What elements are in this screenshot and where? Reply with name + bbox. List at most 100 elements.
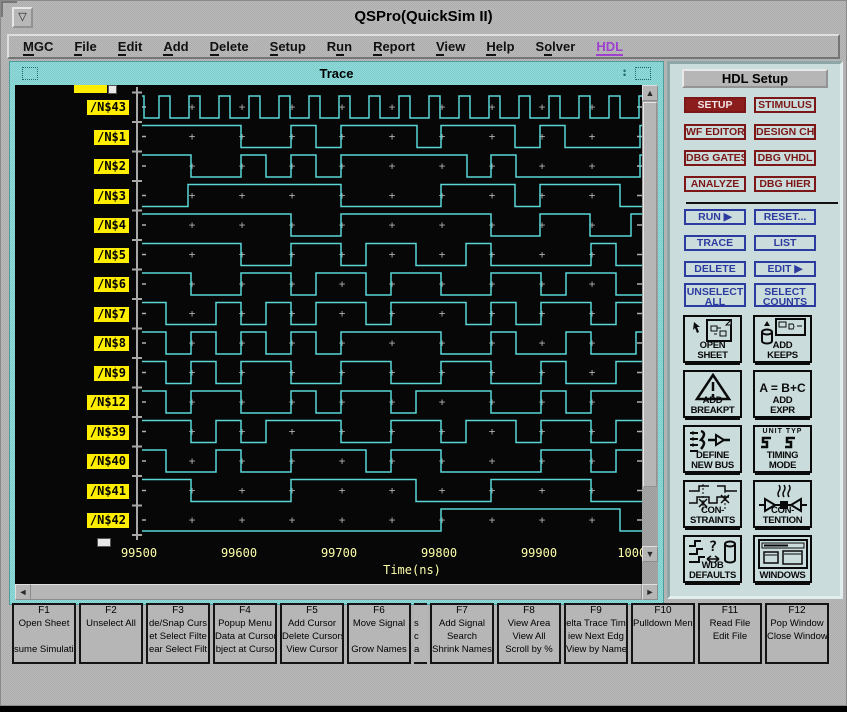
signal-label[interactable]: /N$9 [94, 365, 129, 381]
signal-label[interactable]: /N$8 [94, 336, 129, 351]
svg-text:+: + [439, 396, 446, 409]
fkey-f7-button[interactable]: F7 Add Signal Search Shrink Names [430, 603, 494, 664]
svg-text:+: + [539, 455, 546, 468]
dbg-gates-button[interactable]: DBG GATES [684, 150, 746, 166]
fkey-f8-button[interactable]: F8 View Area View All Scroll by % [497, 603, 561, 664]
fkey-action: bject at Curso [215, 644, 275, 655]
menu-item-add[interactable]: Add [163, 39, 189, 56]
run-button[interactable]: RUN ▶ [684, 209, 746, 225]
wf-editor-button[interactable]: WF EDITOR [684, 124, 746, 140]
con--tention-button[interactable]: CON- TENTION [753, 480, 812, 528]
menu-item-delete[interactable]: Delete [209, 39, 249, 56]
scroll-left-icon[interactable]: ◄ [15, 584, 31, 600]
trace-maximize-icon[interactable] [635, 67, 651, 80]
fkey-action [633, 630, 693, 643]
svg-text:+: + [589, 160, 596, 173]
signal-label[interactable]: /N$41 [86, 483, 129, 499]
menu-item-run[interactable]: Run [327, 39, 352, 56]
vertical-scrollbar-thumb[interactable] [643, 102, 657, 487]
define-newbus-button[interactable]: DEFINE NEW BUS [683, 425, 742, 473]
svg-text:+: + [289, 337, 296, 350]
fkey-action: View All [512, 631, 546, 642]
svg-text:+: + [489, 396, 496, 409]
menu-item-setup[interactable]: Setup [269, 39, 306, 56]
fkey-label: F4 [239, 605, 251, 616]
signal-label[interactable]: /N$3 [94, 188, 129, 204]
trace-plot-area[interactable]: /N$43/N$1/N$2/N$3/N$4/N$5/N$6/N$7/N$8/N$… [15, 85, 642, 586]
reset-button[interactable]: RESET... [754, 209, 816, 225]
svg-text:+: + [439, 484, 446, 497]
edit-button[interactable]: EDIT ▶ [754, 261, 816, 277]
add-keeps-button[interactable]: ADD KEEPS [753, 315, 812, 363]
menu-item-report[interactable]: Report [373, 39, 415, 56]
trace-button[interactable]: TRACE [684, 235, 746, 251]
svg-text:+: + [439, 366, 446, 379]
setup-button[interactable]: SETUP [684, 97, 746, 113]
svg-text:+: + [339, 248, 346, 261]
scroll-down-icon[interactable]: ▼ [642, 546, 658, 562]
menu-item-file[interactable]: File [74, 39, 97, 56]
svg-text:+: + [439, 455, 446, 468]
signal-label[interactable]: /N$1 [94, 129, 129, 145]
menu-item-edit[interactable]: Edit [117, 39, 142, 56]
timing-mode-button[interactable]: UNIT TYP TIMING MODE [753, 425, 812, 473]
fkey-f1-button[interactable]: F1 Open Sheet sume Simulatio [12, 603, 76, 664]
fkey-f3-button[interactable]: F3 de/Snap Curs et Select Filte ear Select … [146, 603, 210, 664]
signal-label[interactable]: /N$39 [86, 424, 129, 440]
menu-item-view[interactable]: View [435, 39, 465, 56]
design-chg-button[interactable]: DESIGN CHG [754, 124, 816, 140]
fkey-f4-button[interactable]: F4 Popup Menu Data at Cursor bject at Curso [213, 603, 277, 664]
svg-text:+: + [439, 219, 446, 232]
signal-label[interactable]: /N$43 [86, 100, 129, 115]
svg-text:+: + [289, 425, 296, 438]
vertical-scrollbar[interactable]: ▲ ▼ [642, 85, 658, 586]
wdb-defaults-button[interactable]: ? WDB DEFAULTS [683, 535, 742, 583]
menu-item-hdl[interactable]: HDL [596, 39, 624, 56]
analyze-button[interactable]: ANALYZE [684, 176, 746, 192]
open-sheet-button[interactable]: OPEN SHEET [683, 315, 742, 363]
delete-button[interactable]: DELETE [684, 261, 746, 277]
fkey-f6-button[interactable]: F6 Move Signal Grow Names [347, 603, 411, 664]
stimulus-button[interactable]: STIMULUS [754, 97, 816, 113]
title-bar: ▽ QSPro(QuickSim II) [3, 3, 844, 32]
dbg-hier-button[interactable]: DBG HIER [754, 176, 816, 192]
signal-label[interactable]: /N$4 [94, 218, 129, 233]
menu-item-solver[interactable]: Solver [536, 39, 575, 56]
unselect-all-button[interactable]: UNSELECT ALL [684, 283, 746, 307]
svg-text:+: + [189, 307, 196, 320]
signal-label[interactable]: /N$2 [94, 159, 129, 174]
signal-label[interactable]: /N$42 [86, 513, 129, 528]
windows-button[interactable]: WINDOWS [753, 535, 812, 583]
signal-label[interactable]: /N$12 [86, 395, 129, 410]
svg-text:+: + [539, 514, 546, 527]
svg-text:+: + [339, 425, 346, 438]
fkey-label: F7 [456, 605, 468, 616]
fkey-f9-button[interactable]: F9 elta Trace Tim iew Next Edg View by Name [564, 603, 628, 664]
fkey-f5-button[interactable]: F5 Add Cursor Delete Cursors View Cursor [280, 603, 344, 664]
trace-minimize-icon[interactable]: • • [623, 67, 629, 80]
signal-label[interactable]: /N$5 [94, 247, 129, 263]
trace-title-bar[interactable]: Trace • • [12, 64, 661, 84]
fkey-f2-button[interactable]: F2 Unselect All [79, 603, 143, 664]
con--straints-button[interactable]: CON- STRAINTS [683, 480, 742, 528]
svg-text:+: + [439, 130, 446, 143]
signal-label[interactable]: /N$40 [86, 454, 129, 469]
list-button[interactable]: LIST [754, 235, 816, 251]
add-breakpt-button[interactable]: ADD BREAKPT [683, 370, 742, 418]
scroll-right-icon[interactable]: ► [642, 584, 658, 600]
menu-item-help[interactable]: Help [486, 39, 515, 56]
menu-item-mgc[interactable]: MGC [23, 39, 53, 56]
horizontal-scrollbar[interactable]: ◄ [15, 584, 642, 600]
signal-label[interactable]: /N$7 [94, 306, 129, 322]
select-counts-button[interactable]: SELECT COUNTS [754, 283, 816, 307]
fkey-action [767, 643, 827, 656]
scroll-up-icon[interactable]: ▲ [642, 85, 658, 101]
dbg-vhdl-button[interactable]: DBG VHDL [754, 150, 816, 166]
fkey-f10-button[interactable]: F10 Pulldown Menu [631, 603, 695, 664]
fkey-f12-button[interactable]: F12 Pop Window Close Window [765, 603, 829, 664]
signal-label[interactable]: /N$6 [94, 277, 129, 292]
svg-text:+: + [339, 219, 346, 232]
add-expr-button[interactable]: A = B+C ADD EXPR [753, 370, 812, 418]
svg-text:+: + [389, 514, 396, 527]
fkey-f11-button[interactable]: F11 Read File Edit File [698, 603, 762, 664]
